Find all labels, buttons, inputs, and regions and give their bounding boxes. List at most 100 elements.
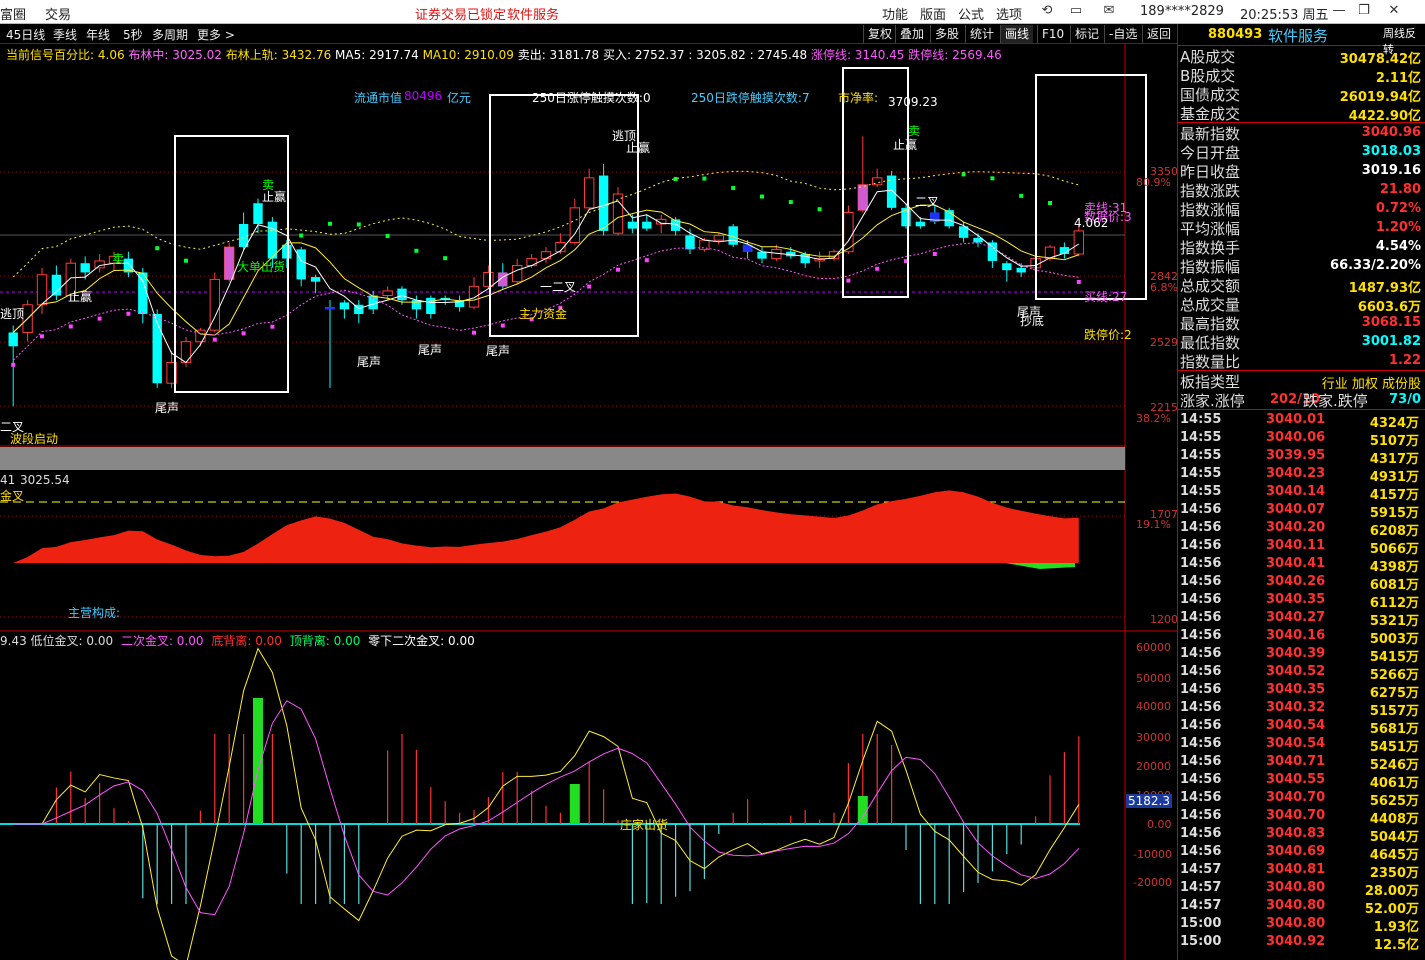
- tick-time: 14:56: [1180, 790, 1222, 805]
- stat-row: B股成交 2.11亿: [1178, 65, 1425, 86]
- tick-list[interactable]: 14:55 3040.01 4324万 14:55 3040.06 5107万 14:55 3…: [1178, 410, 1425, 953]
- software-service-link[interactable]: 软件服务: [507, 4, 559, 23]
- tick-row: 14:55 3040.14 4157万: [1178, 482, 1425, 503]
- mail-icon[interactable]: ✉: [1100, 2, 1118, 20]
- tool-remove-favorite[interactable]: -自选: [1104, 25, 1141, 43]
- price-axis-1200: 1200: [1150, 613, 1178, 626]
- index-row: 最高指数 3068.15: [1178, 313, 1425, 333]
- index-label: 最高指数: [1180, 315, 1241, 333]
- sub-zero-cross: 零下二次金叉: 0.00: [368, 634, 475, 648]
- candle-body: [1073, 230, 1084, 255]
- tick-time: 14:56: [1180, 556, 1222, 571]
- menu-fuquan[interactable]: 富圈: [0, 4, 26, 23]
- tick-price: 3040.69: [1266, 844, 1326, 859]
- macd-signal-bar: [857, 796, 868, 824]
- tick-price: 3040.92: [1266, 934, 1326, 949]
- user-account[interactable]: 189****2829: [1140, 4, 1224, 19]
- menu-trade[interactable]: 交易: [45, 4, 71, 23]
- menu-layout[interactable]: 版面: [920, 4, 946, 23]
- signal-label-bottom-fish: 抄底: [1020, 314, 1045, 328]
- menu-formula[interactable]: 公式: [958, 4, 984, 23]
- period-multi[interactable]: 多周期: [152, 26, 188, 43]
- candle-body: [685, 235, 695, 250]
- low-golden-cross: 9.43 低位金叉: 0.00: [0, 634, 114, 648]
- tick-row: 14:56 3040.41 4398万: [1178, 554, 1425, 575]
- tick-time: 15:00: [1180, 916, 1222, 931]
- signal-label-tail-2: 尾声: [357, 355, 382, 369]
- minimize-window-icon[interactable]: ▭: [1067, 2, 1085, 20]
- signal-label-tail-1: 尾声: [155, 401, 180, 415]
- tick-row: 14:56 3040.07 5915万: [1178, 500, 1425, 521]
- sell-dot: [760, 194, 764, 199]
- menu-options[interactable]: 选项: [996, 4, 1022, 23]
- tick-row: 14:55 3039.95 4317万: [1178, 446, 1425, 467]
- index-label: 指数换手: [1180, 239, 1241, 257]
- buy-dot: [11, 362, 16, 367]
- close-icon[interactable]: ✕: [1385, 2, 1403, 20]
- tool-f10[interactable]: F10: [1037, 25, 1068, 43]
- axis-20000: 20000: [1136, 760, 1171, 773]
- tick-price: 3040.35: [1266, 682, 1326, 697]
- signal-label-tail-3: 尾声: [418, 343, 443, 357]
- candle-highlight: [224, 247, 234, 280]
- candle-body: [253, 203, 263, 224]
- refresh-icon[interactable]: ⟲: [1038, 2, 1056, 20]
- candle-body: [1016, 267, 1026, 273]
- tick-price: 3040.16: [1266, 628, 1326, 643]
- tick-price: 3040.81: [1266, 862, 1326, 877]
- stat-label: B股成交: [1180, 67, 1236, 85]
- period-quarter[interactable]: 季线: [53, 26, 77, 43]
- index-label: 最低指数: [1180, 334, 1241, 352]
- tool-drawline[interactable]: 画线: [1000, 25, 1034, 43]
- buy-dot: [241, 331, 246, 336]
- kline-chart[interactable]: [0, 44, 1177, 960]
- minimize-icon[interactable]: —: [1330, 2, 1348, 20]
- candle-body: [282, 244, 292, 259]
- sub1-area: [0, 490, 1079, 563]
- period-year[interactable]: 年线: [86, 26, 110, 43]
- tool-overlay[interactable]: 叠加: [895, 25, 928, 43]
- period-45day[interactable]: 45日线: [6, 26, 45, 43]
- macd-signal-bar: [253, 698, 263, 824]
- period-5sec[interactable]: 5秒: [123, 26, 143, 43]
- tool-fuquan[interactable]: 复权: [863, 25, 896, 43]
- tick-row: 14:56 3040.16 5003万: [1178, 626, 1425, 647]
- candle-body: [339, 302, 350, 310]
- tick-price: 3040.80: [1266, 916, 1326, 931]
- decline-value: 73/0: [1389, 392, 1421, 407]
- tick-price: 3040.80: [1266, 898, 1326, 913]
- sell-dot: [299, 233, 304, 238]
- axis-30000: 30000: [1136, 731, 1171, 744]
- second-golden-cross: 二次金叉: 0.00: [120, 634, 204, 648]
- period-more[interactable]: 更多 >: [197, 26, 235, 43]
- tick-row: 14:56 3040.52 5266万: [1178, 662, 1425, 683]
- candle-body: [36, 274, 48, 306]
- tool-mark[interactable]: 标记: [1070, 25, 1103, 43]
- price-axis-pct-1: 80.9%: [1136, 176, 1171, 189]
- tick-price: 3040.35: [1266, 592, 1326, 607]
- tick-time: 14:55: [1180, 466, 1222, 481]
- tick-row: 14:56 3040.70 4408万: [1178, 806, 1425, 827]
- index-value: 66.33/2.20%: [1330, 258, 1421, 273]
- tick-time: 14:57: [1180, 880, 1222, 895]
- tick-price: 3040.55: [1266, 772, 1326, 787]
- stat-value: 4422.90亿: [1348, 109, 1421, 124]
- restore-icon[interactable]: ❐: [1355, 2, 1373, 20]
- tick-time: 14:56: [1180, 628, 1222, 643]
- sell-dot: [1048, 201, 1052, 205]
- tool-multistock[interactable]: 多股: [930, 25, 963, 43]
- tick-price: 3040.32: [1266, 700, 1326, 715]
- index-value: 0.72%: [1375, 201, 1421, 216]
- buy-dot: [270, 324, 275, 329]
- tool-back[interactable]: 返回: [1142, 25, 1175, 43]
- sell-dot: [155, 246, 160, 251]
- price-axis-pct-3: 38.2%: [1136, 412, 1171, 425]
- candle-body: [540, 251, 552, 260]
- signal-label-stop-profit-2: 止赢: [262, 190, 287, 204]
- menu-function[interactable]: 功能: [882, 4, 908, 23]
- sell-dot: [990, 176, 995, 181]
- sell-value: 卖出: 3181.78: [517, 48, 600, 62]
- tool-stats[interactable]: 统计: [965, 25, 998, 43]
- bottom-divergence: 底背离: 0.00: [211, 634, 282, 648]
- candle-body: [195, 329, 206, 343]
